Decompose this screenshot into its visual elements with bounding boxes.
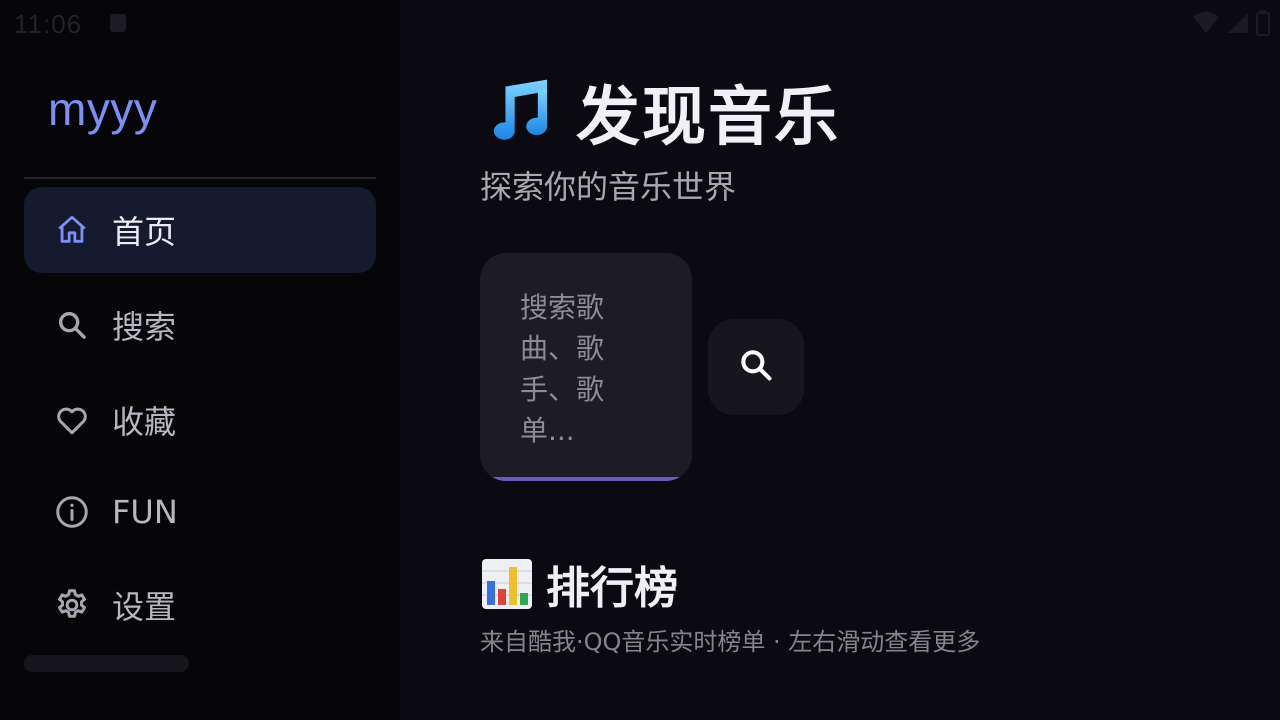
wifi-icon [1192,11,1220,39]
page-title-text: 发现音乐 [576,81,840,155]
status-indicators [1192,10,1270,40]
search-icon [52,305,92,345]
sidebar-item-label: 收藏 [112,403,177,441]
notification-icon [110,14,126,32]
sidebar-item-label: 设置 [112,588,177,626]
search-input[interactable]: 搜索歌曲、歌手、歌单... [480,253,692,481]
sidebar-item-label: 首页 [112,213,177,251]
heart-icon [52,400,92,440]
sidebar-item-home[interactable]: 首页 [24,187,376,273]
info-icon [52,492,92,532]
section-title: 排行榜 [480,552,678,616]
search-placeholder: 搜索歌曲、歌手、歌单... [520,291,605,447]
signal-icon [1226,11,1250,39]
battery-icon [1256,10,1270,40]
sidebar: myyy 首页 搜索 收藏 FUN 设置 [0,0,400,720]
sidebar-item-fun[interactable]: FUN [24,469,376,555]
search-input-underline [480,477,692,481]
sidebar-item-settings[interactable]: 设置 [24,562,376,648]
sidebar-item-search[interactable]: 搜索 [24,282,376,368]
bar-chart-icon [480,557,534,611]
search-icon [737,346,775,388]
sidebar-divider [24,177,376,179]
home-icon [52,210,92,250]
section-title-text: 排行榜 [546,563,678,614]
page-title: 发现音乐 [480,66,840,158]
app-logo: myyy [48,83,158,135]
main-content: 发现音乐 探索你的音乐世界 搜索歌曲、歌手、歌单... 排行榜 来自酷我·QQ音… [400,0,1280,720]
app-screen: myyy 首页 搜索 收藏 FUN 设置 发现音乐 探索你的音乐世界 搜索歌曲、… [0,0,1280,720]
sidebar-scrollbar[interactable] [24,655,189,672]
section-subtitle: 来自酷我·QQ音乐实时榜单 · 左右滑动查看更多 [480,628,981,656]
sidebar-item-label: FUN [112,493,178,531]
music-note-icon [480,75,554,149]
page-subtitle: 探索你的音乐世界 [480,168,737,206]
sidebar-item-favorites[interactable]: 收藏 [24,377,376,463]
sidebar-item-label: 搜索 [112,308,177,346]
gear-icon [52,585,92,625]
search-button[interactable] [708,319,804,415]
status-time: 11:06 [14,9,83,39]
